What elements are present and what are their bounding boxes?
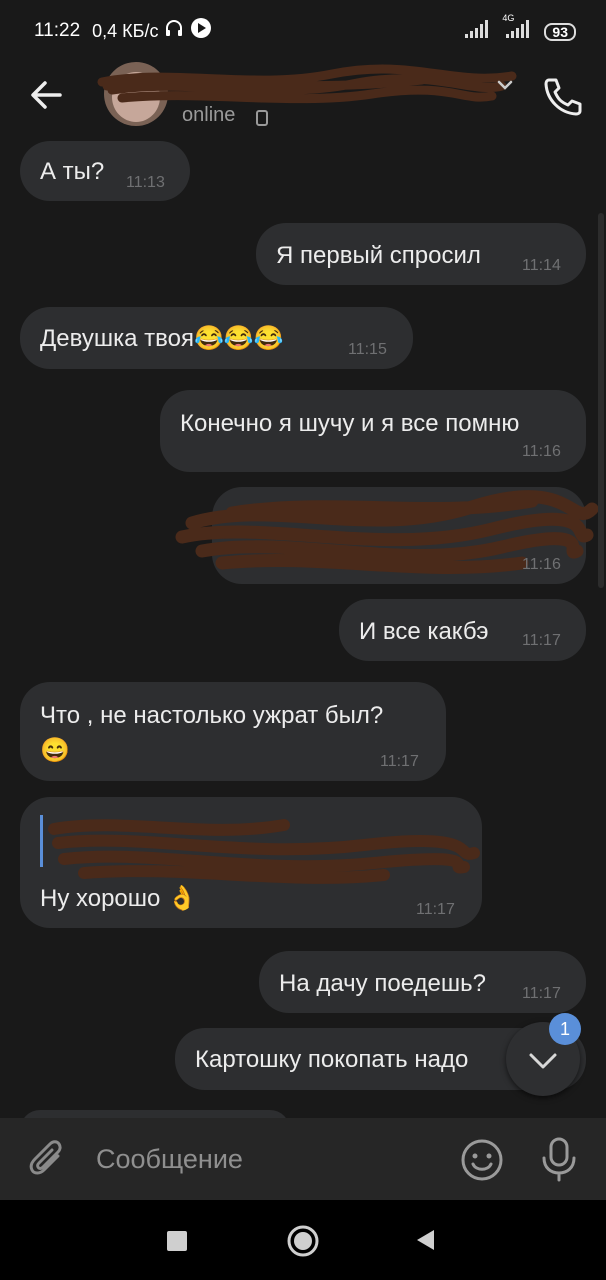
system-nav-bar	[0, 1200, 606, 1280]
message-bubble[interactable]: Что , не настолько ужрат был? 😄 11:17	[20, 682, 446, 781]
triangle-back-icon	[417, 1230, 434, 1250]
network-type: 4G	[502, 13, 515, 23]
emoji-button[interactable]	[460, 1138, 504, 1187]
message-time: 11:17	[522, 985, 561, 1002]
message-time: 11:16	[522, 556, 561, 573]
message-time: 11:15	[348, 341, 387, 358]
recents-button[interactable]	[166, 1230, 188, 1257]
microphone-icon	[542, 1137, 576, 1182]
message-emoji: 😄	[40, 737, 70, 764]
home-button[interactable]	[286, 1224, 320, 1263]
attach-button[interactable]	[28, 1138, 68, 1187]
message-time: 11:17	[416, 901, 455, 918]
chat-header: online	[0, 58, 606, 138]
message-bubble[interactable]: Девушка твоя😂😂😂 11:15	[20, 307, 413, 369]
smiley-icon	[461, 1139, 503, 1181]
message-text: На дачу поедешь?	[279, 970, 486, 997]
arrow-left-icon	[31, 81, 62, 109]
message-time: 11:16	[522, 443, 561, 460]
signal-4g-icon: 4G	[500, 13, 534, 46]
message-input[interactable]: Сообщение	[96, 1144, 436, 1175]
redacted-contact-name	[97, 64, 517, 104]
status-left: 11:22 0,4 КБ/с	[34, 17, 212, 45]
message-time: 11:17	[380, 753, 419, 770]
call-button[interactable]	[540, 74, 584, 118]
play-icon	[190, 17, 212, 45]
redaction-scribble	[48, 819, 480, 884]
home-circle-icon	[287, 1225, 319, 1257]
message-text: Девушка твоя😂😂😂	[40, 325, 284, 352]
back-button[interactable]	[26, 76, 66, 116]
unread-badge: 1	[549, 1013, 581, 1045]
back-nav-button[interactable]	[414, 1228, 438, 1257]
square-icon	[167, 1231, 187, 1251]
status-right: 4G 93	[464, 13, 576, 46]
message-time: 11:14	[522, 257, 561, 274]
reply-quote-bar	[40, 815, 43, 867]
scrollbar[interactable]	[598, 213, 604, 588]
message-bubble-redacted[interactable]: 11:16	[175, 487, 599, 584]
message-bubble[interactable]: Конечно я шучу и я все помню 11:16	[160, 390, 586, 472]
message-text: Ну хорошо 👌	[40, 885, 197, 912]
message-text: Конечно я шучу и я все помню	[180, 410, 520, 437]
message-bubble[interactable]: А ты? 11:13	[20, 141, 190, 201]
message-bubble-reply[interactable]: Ну хорошо 👌 11:17	[20, 797, 482, 928]
phone-icon	[544, 78, 582, 116]
clock: 11:22	[34, 20, 81, 41]
voice-button[interactable]	[538, 1136, 580, 1187]
paperclip-icon	[29, 1140, 62, 1175]
composer-bar: Сообщение	[0, 1118, 606, 1200]
message-text: Я первый спросил	[276, 242, 481, 269]
data-speed: 0,4 КБ/с	[92, 20, 159, 41]
status-bar: 11:22 0,4 КБ/с 4G 93	[0, 0, 606, 58]
headphones-icon	[164, 18, 184, 44]
chevron-down-icon[interactable]	[496, 78, 514, 96]
message-text: И все какбэ	[359, 618, 489, 645]
message-text: Картошку покопать надо	[195, 1046, 469, 1073]
message-time: 11:13	[126, 174, 165, 191]
message-time: 11:17	[522, 632, 561, 649]
message-text: Что , не настолько ужрат был?	[40, 702, 384, 729]
battery-indicator: 93	[544, 22, 576, 41]
message-text: А ты?	[40, 158, 105, 185]
message-bubble[interactable]: На дачу поедешь? 11:17	[259, 951, 586, 1013]
signal-icon	[464, 19, 490, 44]
message-bubble[interactable]: И все какбэ 11:17	[339, 599, 586, 661]
message-bubble[interactable]: Я первый спросил 11:14	[256, 223, 586, 285]
